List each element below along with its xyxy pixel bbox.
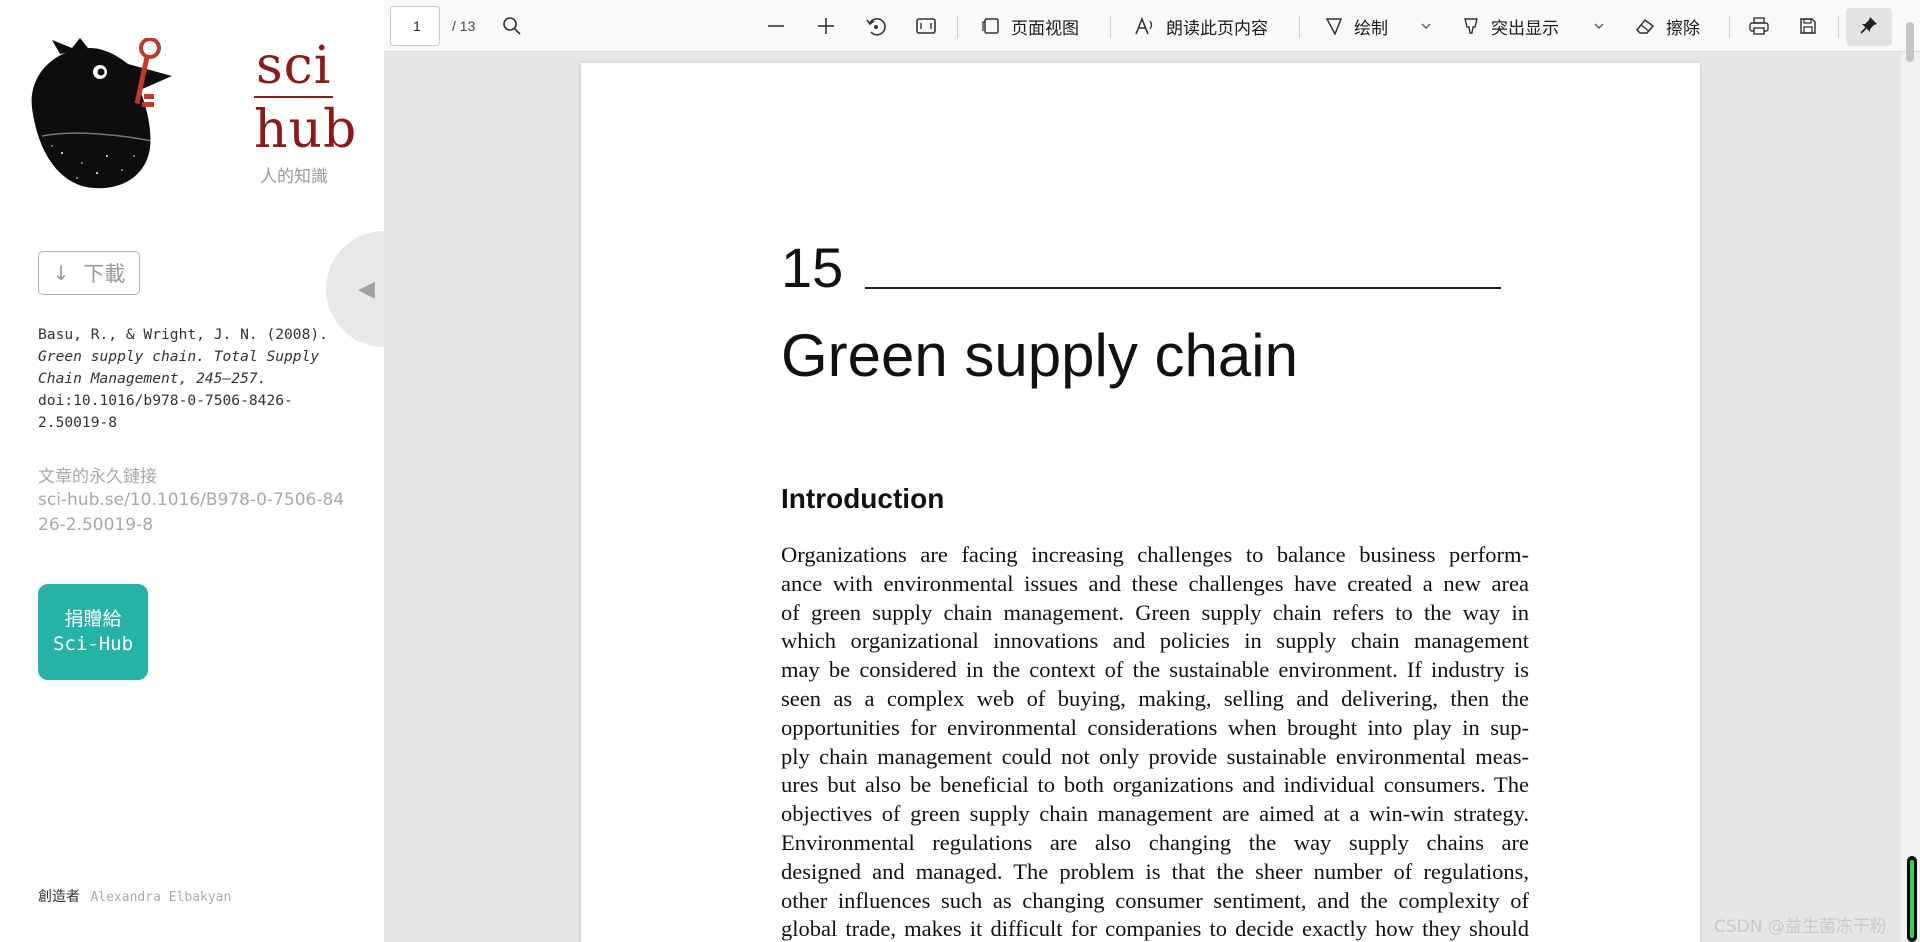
vertical-scrollbar[interactable] — [1901, 52, 1920, 942]
highlight-label: 突出显示 — [1491, 18, 1559, 38]
chapter-number: 15 — [781, 236, 844, 299]
logo-wordmark[interactable]: sci hub — [254, 38, 357, 160]
page-view-label: 页面视图 — [1011, 18, 1079, 38]
citation: Basu, R., & Wright, J. N. (2008). Green … — [38, 324, 338, 434]
toolbar-divider — [1299, 16, 1300, 38]
body-line: Organizations are facing increasing chal… — [781, 542, 1529, 567]
body-line: global trade, makes it difficult for com… — [781, 916, 1529, 942]
body-line: ures but also be beneficial to both orga… — [781, 772, 1529, 798]
body-line: objectives of green supply chain managem… — [781, 801, 1529, 827]
logo-hub-text: hub — [254, 100, 358, 160]
draw-options-chevron-down-icon[interactable] — [1420, 0, 1432, 52]
toolbar-divider — [1838, 16, 1839, 38]
donate-button[interactable]: 捐贈給 Sci-Hub — [38, 584, 148, 680]
page-view-button[interactable]: 页面视图 — [981, 0, 1079, 52]
body-line: of green supply chain management. Green … — [781, 599, 1529, 625]
chapter-rule — [865, 287, 1501, 289]
body-line: which organizational innovations and pol… — [781, 628, 1529, 654]
page-number-input[interactable] — [390, 6, 440, 46]
pdf-toolbar: / 13 页面视图 朗读此页内容 绘制 — [384, 0, 1920, 52]
draw-label: 绘制 — [1354, 18, 1388, 38]
sidebar: sci hub 人的知識 ↓ 下載 Basu, R., & Wright, J.… — [0, 0, 384, 942]
body-line: other influences such as changing consum… — [781, 887, 1529, 913]
raven-logo-icon[interactable] — [22, 37, 202, 190]
download-button[interactable]: ↓ 下載 — [38, 251, 140, 295]
donate-label-line1: 捐贈給 — [64, 608, 122, 630]
pdf-viewer: / 13 页面视图 朗读此页内容 绘制 — [384, 0, 1920, 942]
triangle-left-icon: ◀ — [358, 276, 375, 302]
permalink-label: 文章的永久鏈接 — [38, 467, 157, 487]
read-aloud-label: 朗读此页内容 — [1166, 18, 1268, 38]
body-line: opportunities for environmental consider… — [781, 714, 1529, 740]
draw-button[interactable]: 绘制 — [1324, 0, 1388, 52]
print-icon[interactable] — [1748, 0, 1770, 52]
citation-authors: Basu, R., & Wright, J. N. — [38, 326, 258, 343]
highlighter-icon — [1461, 16, 1481, 36]
read-aloud-icon — [1134, 16, 1156, 36]
chapter-title: Green supply chain — [781, 322, 1298, 389]
watermark: CSDN @益生菌冻干粉 — [1714, 917, 1887, 937]
zoom-in-icon[interactable] — [816, 0, 836, 52]
body-line: seen as a complex web of buying, making,… — [781, 685, 1529, 711]
erase-button[interactable]: 擦除 — [1634, 0, 1700, 52]
highlight-button[interactable]: 突出显示 — [1461, 0, 1559, 52]
citation-doi: doi:10.1016/b978-0-7506-8426-2.50019-8 — [38, 392, 293, 431]
zoom-out-icon[interactable] — [766, 0, 786, 52]
scrollbar-thumb[interactable] — [1906, 22, 1914, 62]
creator-credit: 創造者 Alexandra Elbakyan — [38, 886, 231, 906]
highlight-options-chevron-down-icon[interactable] — [1593, 0, 1605, 52]
creator-name: Alexandra Elbakyan — [90, 890, 232, 905]
citation-year: (2008). — [266, 326, 328, 343]
pin-toolbar-button[interactable] — [1846, 8, 1892, 46]
page-view-icon — [981, 16, 1001, 36]
body-paragraph: Organizations are facing increasing chal… — [781, 541, 1529, 942]
eraser-icon — [1634, 16, 1656, 36]
toolbar-divider — [957, 16, 958, 38]
body-line: Environmental regulations are also chang… — [781, 829, 1529, 855]
draw-icon — [1324, 16, 1344, 36]
logo-sci-text: sci — [254, 36, 334, 98]
creator-label: 創造者 — [38, 889, 80, 905]
scroll-indicator — [1907, 856, 1917, 942]
permalink-link[interactable]: sci-hub.se/10.1016/B978-0-7506-8426-2.50… — [38, 488, 348, 538]
save-icon[interactable] — [1798, 0, 1818, 52]
page-total: / 13 — [452, 18, 476, 34]
search-icon[interactable] — [502, 0, 522, 52]
body-line: ance with environmental issues and these… — [781, 570, 1529, 596]
body-line: ply chain management could not only prov… — [781, 743, 1529, 769]
body-line: may be considered in the context of the … — [781, 657, 1529, 683]
fit-page-icon[interactable] — [915, 0, 937, 52]
toolbar-divider — [1729, 16, 1730, 38]
rotate-icon[interactable] — [865, 0, 887, 52]
arrow-down-icon: ↓ — [52, 261, 70, 285]
pdf-page: 15 Green supply chain Introduction Organ… — [581, 63, 1700, 942]
download-label: 下載 — [83, 262, 126, 286]
citation-title: Green supply chain. — [38, 348, 205, 365]
toolbar-divider — [1110, 16, 1111, 38]
section-heading: Introduction — [781, 483, 945, 514]
logo-subtitle: 人的知識 — [260, 167, 328, 187]
body-line: designed and managed. The problem is tha… — [781, 858, 1529, 884]
donate-label-line2: Sci-Hub — [52, 633, 134, 655]
erase-label: 擦除 — [1666, 18, 1700, 38]
pin-icon — [1859, 15, 1879, 40]
read-aloud-button[interactable]: 朗读此页内容 — [1134, 0, 1268, 52]
